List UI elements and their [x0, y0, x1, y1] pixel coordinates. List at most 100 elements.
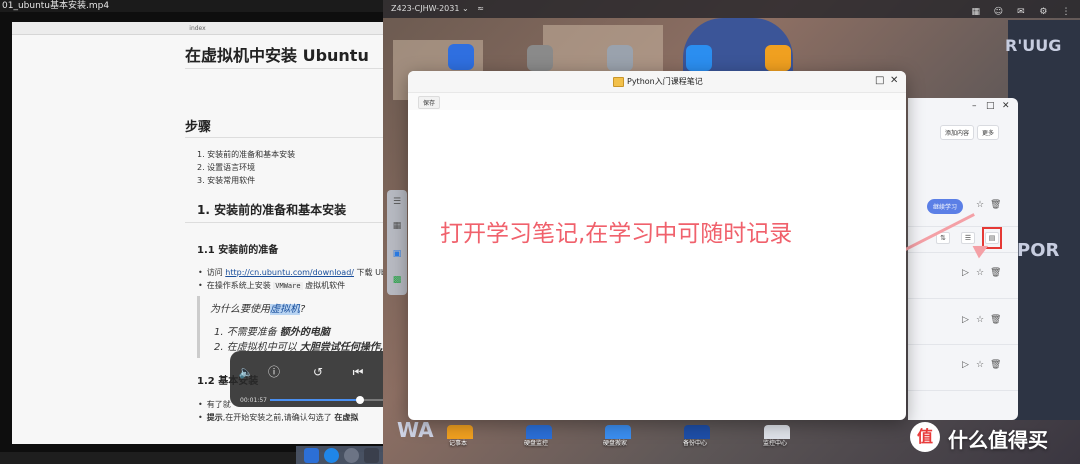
continue-learning-button[interactable]: 继续学习	[927, 199, 964, 214]
notes-text: 打开学习笔记,在学习中可随时记录	[440, 221, 793, 247]
subsection-heading: 1.1 安装前的准备	[197, 245, 279, 256]
notes-editor[interactable]: 打开学习笔记,在学习中可随时记录	[408, 110, 906, 420]
star-icon[interactable]: ☆	[976, 360, 984, 370]
close-icon[interactable]: ✕	[1002, 101, 1010, 111]
star-icon[interactable]: ☆	[976, 268, 984, 278]
steps-list: 1. 安装前的准备和基本安装 2. 设置语言环境 3. 安装常用软件	[197, 148, 295, 187]
monitor-icon[interactable]: ▩	[391, 274, 403, 286]
document-tab: index	[12, 22, 383, 35]
sync-icon[interactable]	[686, 45, 712, 71]
app-label: 硬盘监控	[524, 440, 549, 447]
chevron-down-icon[interactable]: ⌄	[462, 4, 469, 13]
notes-window: Python入门课程笔记 □ ✕ 保存 打开学习笔记,在学习中可随时记录	[408, 71, 906, 420]
list-item: 3. 安装常用软件	[197, 176, 256, 185]
folder-icon[interactable]	[448, 44, 474, 70]
quote-text: 1. 不需要准备	[214, 327, 280, 338]
gear-icon[interactable]: ⚙	[1037, 6, 1049, 18]
grid-icon[interactable]: ▦	[970, 6, 982, 18]
add-content-button[interactable]: 添加内容	[940, 125, 975, 140]
bullet-text: ,在开始安装之前,请确认勾选了	[222, 413, 335, 422]
quote-bold: 额外的电脑	[279, 327, 330, 338]
stack-icon[interactable]: ☰	[391, 196, 403, 208]
more-button[interactable]: 更多	[977, 125, 1000, 140]
play-icon[interactable]: ▷	[962, 268, 969, 278]
video-window-title: 01_ubuntu基本安装.mp4	[0, 0, 383, 12]
wifi-icon: ≈	[477, 4, 484, 13]
watermark-logo: 值	[910, 422, 940, 452]
bullet-text: 访问	[206, 268, 226, 277]
progress-fill	[270, 399, 361, 401]
disk-icon[interactable]	[527, 45, 553, 71]
list-item: 访问 http://cn.ubuntu.com/download/ 下载 Ubu	[198, 266, 391, 279]
wallpaper-text: WA	[397, 418, 434, 442]
star-icon[interactable]: ☆	[976, 315, 984, 325]
app-icon[interactable]	[364, 448, 379, 463]
disk-monitor-icon[interactable]	[526, 425, 552, 439]
finder-icon[interactable]	[304, 448, 319, 463]
bullet-bold: 提示	[206, 413, 223, 422]
mail-icon[interactable]: ✉	[1015, 6, 1027, 18]
wallpaper-detail	[1008, 20, 1080, 420]
window-icon[interactable]: ▣	[391, 248, 403, 260]
quote-item: 1. 不需要准备 额外的电脑	[214, 323, 330, 338]
previous-icon[interactable]: ⏮	[350, 364, 366, 380]
app-label: 监控中心	[763, 440, 788, 447]
section-divider	[185, 222, 385, 223]
notepad-icon[interactable]	[447, 425, 473, 439]
user-icon[interactable]: ☺	[992, 6, 1004, 18]
more-icon[interactable]: ⋮	[1060, 6, 1072, 18]
watermark-text: 什么值得买	[948, 428, 1048, 452]
desktop-side-strip: ☰ ▦ ▣ ▩	[387, 190, 407, 295]
safari-icon[interactable]	[324, 448, 339, 463]
quote-text: ?	[300, 304, 306, 315]
notes-toolbar: 保存	[408, 93, 906, 110]
info-icon[interactable]: ⓘ	[266, 364, 282, 380]
volume-icon[interactable]: 🔈	[238, 364, 254, 380]
disk-move-icon[interactable]	[605, 425, 631, 439]
video-controls: 🔈 ⓘ ↺ ⏮ 00:01:57	[230, 351, 383, 407]
quote-question: 为什么要使用虚拟机?	[210, 300, 305, 315]
notes-title: Python入门课程笔记	[627, 77, 703, 86]
notes-titlebar[interactable]: Python入门课程笔记 □ ✕	[408, 71, 906, 93]
app-label: 硬盘搬家	[603, 440, 628, 447]
quote-text: 为什么要使用	[210, 304, 270, 315]
rewind-10-icon[interactable]: ↺	[310, 364, 326, 380]
launchpad-icon[interactable]	[344, 448, 359, 463]
star-icon[interactable]: ☆	[976, 200, 984, 210]
steps-heading: 步骤	[185, 120, 212, 135]
maximize-icon[interactable]: □	[986, 101, 995, 111]
monitor-center-icon[interactable]	[764, 425, 790, 439]
save-button[interactable]: 保存	[418, 96, 441, 109]
trash-small-icon[interactable]: 🗑	[990, 268, 1001, 278]
steps-divider	[185, 137, 385, 138]
device-name[interactable]: Z423-CJHW-2031	[391, 4, 459, 13]
bullet-bold: 在虚拟	[334, 413, 359, 422]
list-view-icon[interactable]: ☰	[961, 232, 975, 244]
apps-icon[interactable]: ▦	[391, 220, 403, 232]
blockquote: 为什么要使用虚拟机? 1. 不需要准备 额外的电脑 2. 在虚拟机中可以 大胆尝…	[197, 296, 397, 358]
close-icon[interactable]: ✕	[890, 75, 898, 86]
maximize-icon[interactable]: □	[875, 75, 884, 86]
trash-small-icon[interactable]: 🗑	[990, 200, 1001, 210]
trash-icon[interactable]	[607, 45, 633, 71]
trash-small-icon[interactable]: 🗑	[990, 360, 1001, 370]
trash-small-icon[interactable]: 🗑	[990, 315, 1001, 325]
list-item: 提示,在开始安装之前,请确认勾选了 在虚拟	[198, 411, 359, 424]
watermark: 值 什么值得买	[910, 420, 1080, 456]
inline-code: VMWare	[273, 282, 303, 290]
wallpaper-text: POR	[1017, 240, 1060, 261]
progress-knob[interactable]	[356, 396, 365, 404]
nas-top-bar: Z423-CJHW-2031 ⌄ ≈ ▦ ☺ ✉ ⚙ ⋮	[383, 0, 1080, 18]
minimize-icon[interactable]: –	[972, 101, 977, 111]
title-divider	[185, 68, 385, 69]
highlighted-text: 虚拟机	[270, 304, 300, 315]
prep-list: 访问 http://cn.ubuntu.com/download/ 下载 Ubu…	[198, 266, 391, 293]
download-link[interactable]: http://cn.ubuntu.com/download/	[225, 268, 354, 277]
wallpaper-text: R'UUG	[1005, 36, 1062, 55]
progress-bar[interactable]	[270, 396, 383, 404]
dock	[296, 446, 383, 464]
backup-center-icon[interactable]	[684, 425, 710, 439]
help-icon[interactable]	[765, 45, 791, 71]
play-icon[interactable]: ▷	[962, 315, 969, 325]
play-icon[interactable]: ▷	[962, 360, 969, 370]
